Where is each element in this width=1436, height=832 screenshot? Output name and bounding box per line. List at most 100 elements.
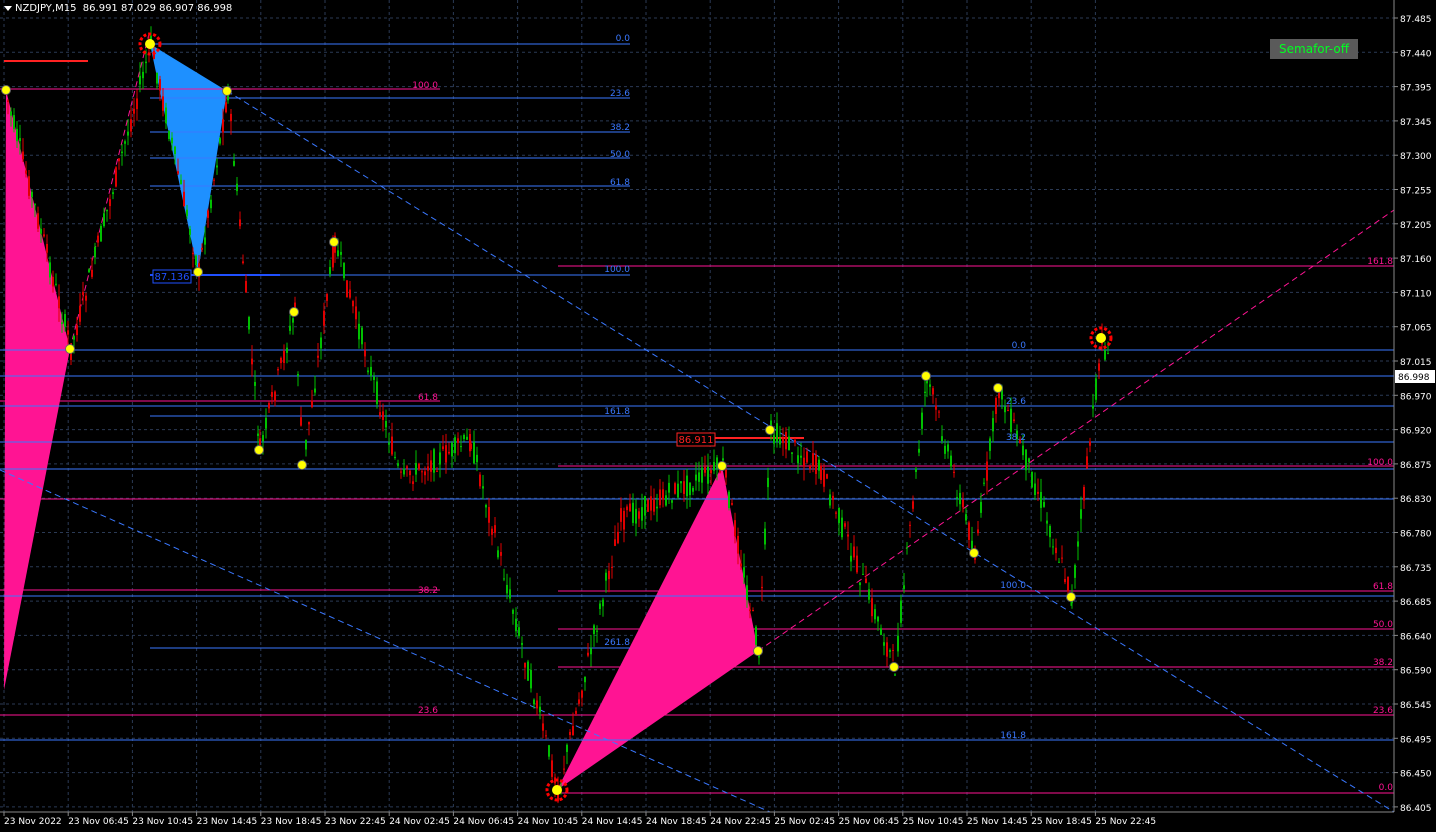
candle-body — [983, 482, 985, 484]
candle-body — [929, 384, 931, 387]
candle-body — [989, 438, 991, 451]
candle-body — [1031, 471, 1033, 488]
candle-body — [995, 397, 997, 414]
candle-body — [79, 305, 81, 322]
fib-label: 100.0 — [412, 81, 438, 91]
candle-body — [935, 405, 937, 410]
candle-body — [1028, 458, 1030, 463]
fib-label: 100.0 — [1367, 458, 1393, 468]
candle-body — [58, 296, 60, 309]
price-tag: 86.911 — [679, 435, 714, 446]
candle-body — [156, 72, 158, 84]
semafor-dot — [717, 461, 727, 471]
fib-label: 38.2 — [610, 123, 630, 133]
price-tick-label: 87.395 — [1400, 84, 1432, 94]
candle-body — [1022, 445, 1024, 456]
candle-body — [28, 176, 30, 196]
candle-body — [216, 165, 218, 168]
candle-body — [578, 699, 580, 704]
candle-body — [826, 474, 828, 479]
price-tick-label: 86.640 — [1400, 632, 1432, 642]
candle-body — [782, 438, 784, 443]
semafor-dot — [297, 460, 307, 470]
candle-body — [623, 510, 625, 530]
candle-body — [850, 555, 852, 562]
candle-body — [776, 423, 778, 442]
candle-body — [61, 322, 63, 324]
candle-body — [1095, 378, 1097, 400]
candle-body — [788, 436, 790, 451]
candle-body — [1055, 547, 1057, 554]
candle-body — [257, 433, 259, 436]
candle-body — [34, 204, 36, 206]
candle-body — [494, 525, 496, 533]
candle-body — [337, 250, 339, 257]
candle-body — [734, 520, 736, 537]
candle-body — [473, 442, 475, 464]
price-tick-label: 86.495 — [1400, 735, 1432, 745]
candle-body — [737, 535, 739, 554]
candle-body — [213, 179, 215, 181]
candle-body — [406, 466, 408, 469]
candle-body — [883, 642, 885, 646]
candle-body — [581, 690, 583, 698]
candle-body — [485, 504, 487, 508]
price-tick-label: 86.405 — [1400, 804, 1432, 814]
candle-body — [509, 589, 511, 599]
candle-body — [424, 471, 426, 476]
dropdown-icon[interactable] — [4, 5, 12, 11]
candle-body — [593, 625, 595, 635]
candle-body — [476, 454, 478, 463]
candle-body — [809, 465, 811, 469]
candle-body — [367, 370, 369, 373]
candle-body — [409, 470, 411, 476]
candle-body — [632, 502, 634, 523]
price-tick-label: 86.735 — [1400, 564, 1432, 574]
candle-body — [1007, 410, 1009, 412]
price-tick-label: 87.160 — [1400, 255, 1432, 265]
candle-body — [695, 474, 697, 481]
price-chart[interactable]: 0.0 23.6 38.2 50.0 61.8 100.0 161.8 261.8 100.0 6… — [0, 0, 1436, 832]
candle-body — [838, 507, 840, 524]
candle-body — [1061, 557, 1063, 559]
candle-body — [454, 437, 456, 454]
semafor-dot — [1, 85, 11, 95]
fib-label: 61.8 — [610, 178, 630, 188]
candle-body — [463, 434, 465, 440]
semafor-dot — [1066, 592, 1076, 602]
price-tick-label: 86.830 — [1400, 495, 1432, 505]
time-tick-label: 25 Nov 14:45 — [967, 817, 1028, 827]
candle-body — [470, 443, 472, 449]
candle-body — [938, 411, 940, 413]
fib-label: 23.6 — [418, 706, 438, 716]
candle-body — [76, 325, 78, 336]
candle-body — [289, 325, 291, 331]
fib-label: 161.8 — [604, 407, 630, 417]
candle-body — [992, 418, 994, 432]
candle-body — [551, 760, 553, 777]
ohlc-label: 86.991 87.029 86.907 86.998 — [82, 3, 233, 14]
candle-body — [340, 251, 342, 255]
price-tick-label: 86.875 — [1400, 461, 1432, 471]
candle-body — [364, 350, 366, 357]
symbol-label: NZDJPY,M15 — [15, 3, 77, 14]
candle-body — [605, 572, 607, 581]
semafor-toggle-button[interactable]: Semafor-off — [1270, 39, 1358, 59]
candle-body — [352, 300, 354, 307]
candle-body — [427, 466, 429, 471]
candle-body — [912, 501, 914, 509]
candle-body — [1040, 491, 1042, 508]
candle-body — [171, 137, 173, 144]
candle-body — [466, 436, 468, 440]
candle-body — [355, 306, 357, 320]
fib-label: 23.6 — [610, 89, 630, 99]
candle-body — [64, 314, 66, 327]
candle-body — [956, 497, 958, 499]
candle-body — [168, 131, 170, 139]
semafor-dot — [969, 548, 979, 558]
candle-body — [118, 158, 120, 162]
candle-body — [692, 487, 694, 492]
candle-body — [433, 449, 435, 473]
candle-body — [500, 552, 502, 556]
candle-body — [418, 463, 420, 470]
